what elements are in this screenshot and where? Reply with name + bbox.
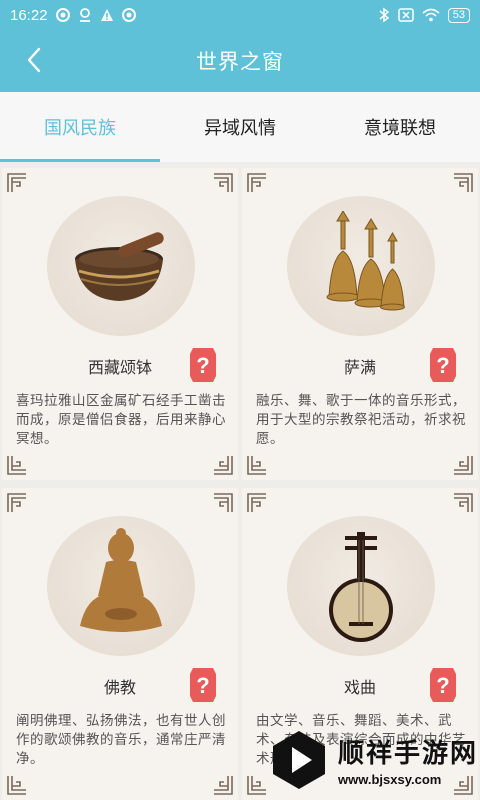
status-time: 16:22 [10,6,48,24]
status-bar: 16:22 53 [0,0,480,30]
tab-label: 国风民族 [44,118,116,139]
corner-ornament-icon [6,172,28,194]
tab-exotic-style[interactable]: 异域风情 [160,92,320,162]
corner-ornament-icon [212,774,234,796]
corner-ornament-icon [452,454,474,476]
page-title: 世界之窗 [196,50,284,74]
person-icon [78,8,92,22]
svg-text:?: ? [436,673,449,698]
card-buddhism[interactable]: 佛教 ? 阐明佛理、弘扬佛法，也有世人创作的歌颂佛教的音乐，通常庄严清净。 [2,488,238,800]
corner-ornament-icon [212,492,234,514]
shaman-bells-image [287,196,435,336]
card-description: 融乐、舞、歌于一体的音乐形式，用于大型的宗教祭祀活动，祈求祝愿。 [256,393,466,447]
app-bar: 世界之窗 [0,30,480,92]
circle-dot-icon [55,8,70,22]
buddha-statue-image [47,516,195,656]
corner-ornament-icon [246,172,268,194]
corner-ornament-icon [212,172,234,194]
corner-ornament-icon [246,454,268,476]
back-button[interactable] [16,44,52,80]
sim-x-icon [398,8,414,22]
corner-ornament-icon [212,454,234,476]
corner-ornament-icon [452,172,474,194]
circle-dot-icon [121,8,136,22]
battery-icon: 53 [447,7,470,23]
yueqin-image [287,516,435,656]
svg-text:?: ? [196,353,209,378]
site-watermark: 顺祥手游网 www.bjsxsy.com [268,720,480,800]
play-logo-icon [268,729,330,791]
question-badge-icon[interactable]: ? [188,346,218,384]
corner-ornament-icon [6,774,28,796]
corner-ornament-icon [6,492,28,514]
wifi-icon [422,8,440,22]
card-shaman[interactable]: 萨满 ? 融乐、舞、歌于一体的音乐形式，用于大型的宗教祭祀活动，祈求祝愿。 [242,168,478,480]
svg-text:?: ? [436,353,449,378]
corner-ornament-icon [246,492,268,514]
corner-ornament-icon [6,454,28,476]
card-description: 阐明佛理、弘扬佛法，也有世人创作的歌颂佛教的音乐，通常庄严清净。 [16,713,226,767]
svg-text:?: ? [196,673,209,698]
question-badge-icon[interactable]: ? [188,666,218,704]
tab-bar: 国风民族 异域风情 意境联想 [0,92,480,162]
battery-level: 53 [452,8,465,21]
question-badge-icon[interactable]: ? [428,346,458,384]
warning-icon [100,8,114,22]
card-tibetan-singing-bowl[interactable]: 西藏颂钵 ? 喜玛拉雅山区金属矿石经手工凿击而成，原是僧侣食器，后用来静心冥想。 [2,168,238,480]
watermark-name: 顺祥手游网 [338,738,479,768]
watermark-url: www.bjsxsy.com [338,772,442,787]
chevron-left-icon [26,47,42,77]
card-grid: 西藏颂钵 ? 喜玛拉雅山区金属矿石经手工凿击而成，原是僧侣食器，后用来静心冥想。 [0,166,480,800]
question-badge-icon[interactable]: ? [428,666,458,704]
tab-national-style[interactable]: 国风民族 [0,92,160,162]
bluetooth-icon [378,7,390,23]
singing-bowl-image [47,196,195,336]
tab-mood-association[interactable]: 意境联想 [320,92,480,162]
corner-ornament-icon [246,774,268,796]
corner-ornament-icon [452,492,474,514]
tab-label: 异域风情 [204,118,276,139]
tab-label: 意境联想 [364,118,436,139]
card-description: 喜玛拉雅山区金属矿石经手工凿击而成，原是僧侣食器，后用来静心冥想。 [16,393,226,447]
